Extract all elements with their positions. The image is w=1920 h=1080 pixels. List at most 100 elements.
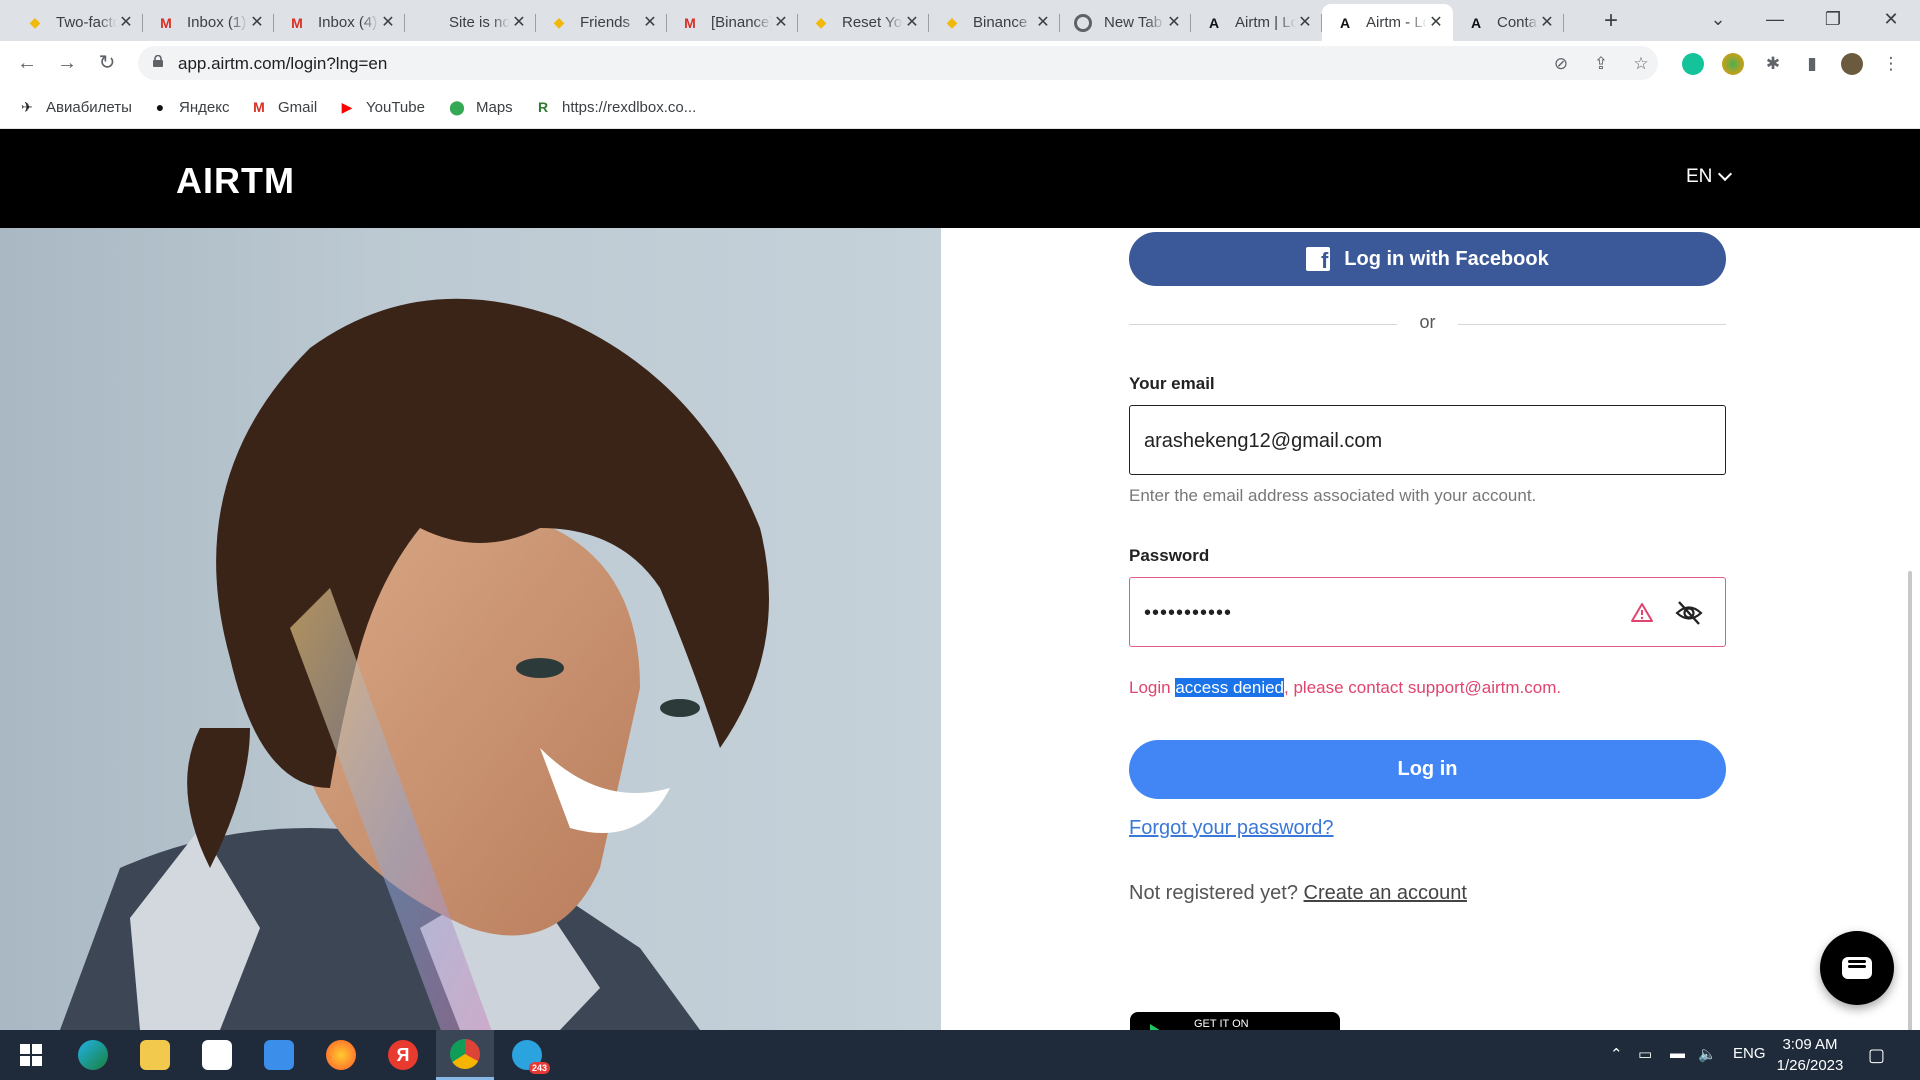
bookmark-label: YouTube — [366, 98, 425, 116]
menu-kebab-icon[interactable]: ⋮ — [1880, 53, 1902, 75]
tab-close-icon[interactable]: ✕ — [903, 14, 921, 32]
taskbar-firefox[interactable] — [312, 1030, 370, 1080]
network-icon[interactable]: ▭ — [1638, 1045, 1652, 1063]
tab-title: Reset Your — [842, 14, 903, 31]
password-field[interactable] — [1129, 577, 1726, 647]
bookmark-star-icon[interactable]: ☆ — [1630, 53, 1652, 75]
binance-icon: ◆ — [815, 14, 827, 30]
windows-start-button[interactable] — [2, 1030, 60, 1080]
profile-avatar[interactable] — [1841, 53, 1863, 75]
address-bar[interactable]: app.airtm.com/login?lng=en ⊘ ⇪ ☆ — [138, 46, 1658, 80]
bookmark-item[interactable]: ✈ Авиабилеты — [18, 96, 132, 118]
email-field[interactable] — [1129, 405, 1726, 475]
browser-tab[interactable]: ◆ Reset Your✕ — [798, 4, 929, 41]
chat-support-button[interactable] — [1820, 931, 1894, 1005]
tab-close-icon[interactable]: ✕ — [1034, 14, 1052, 32]
taskbar-edge[interactable] — [64, 1030, 122, 1080]
input-language[interactable]: ENG — [1733, 1045, 1766, 1062]
facebook-login-button[interactable]: f Log in with Facebook — [1129, 232, 1726, 286]
browser-tab[interactable]: ◆ Friends ✕ — [536, 4, 667, 41]
close-window-icon[interactable]: ✕ — [1862, 0, 1920, 41]
minimize-icon[interactable]: — — [1746, 0, 1804, 41]
browser-tab[interactable]: A Airtm - Login✕ — [1322, 4, 1453, 41]
language-selector[interactable]: EN — [1686, 166, 1733, 188]
taskbar-yandex-browser[interactable]: Я — [374, 1030, 432, 1080]
tab-title: Friends — [580, 14, 631, 31]
gmail-icon: M — [684, 14, 696, 31]
taskbar-telegram[interactable]: 243 — [498, 1030, 556, 1080]
taskbar-chrome[interactable] — [436, 1030, 494, 1080]
bookmark-item[interactable]: Rhttps://rexdlbox.co... — [534, 96, 696, 118]
reload-icon[interactable]: ↻ — [93, 49, 121, 77]
divider-line-right — [1458, 324, 1726, 325]
bookmark-item[interactable]: ⬤ Maps — [448, 96, 513, 118]
tab-close-icon[interactable]: ✕ — [510, 14, 528, 32]
tab-close-icon[interactable]: ✕ — [379, 14, 397, 32]
login-button[interactable]: Log in — [1129, 740, 1726, 799]
gmail-icon: M — [253, 99, 265, 115]
browser-tab[interactable]: Site is not secure✕ — [405, 4, 536, 41]
share-icon[interactable]: ⇪ — [1590, 53, 1612, 75]
tab-close-icon[interactable]: ✕ — [1165, 14, 1183, 32]
plane-icon: ✈ — [21, 98, 33, 115]
grammarly-icon[interactable] — [1682, 53, 1704, 75]
browser-tab[interactable]: ◆ Two-factor✕ — [12, 4, 143, 41]
tray-overflow-icon[interactable]: ⌃ — [1610, 1045, 1623, 1063]
tab-title: Two-factor — [56, 14, 117, 31]
tab-close-icon[interactable]: ✕ — [117, 14, 135, 32]
extension-globe-icon[interactable] — [1722, 53, 1744, 75]
forgot-password-link[interactable]: Forgot your password? — [1129, 817, 1334, 840]
telegram-icon: 243 — [512, 1040, 550, 1074]
browser-tab[interactable]: A Contact✕ — [1453, 4, 1564, 41]
tab-close-icon[interactable]: ✕ — [772, 14, 790, 32]
notifications-icon[interactable]: ▢ — [1868, 1045, 1885, 1066]
browser-tab[interactable]: ◆ Binance ✕ — [929, 4, 1060, 41]
volume-icon[interactable]: 🔈 — [1698, 1045, 1717, 1063]
language-label: EN — [1686, 166, 1713, 187]
tab-close-icon[interactable]: ✕ — [248, 14, 266, 32]
browser-tab[interactable]: M Inbox (4) ✕ — [274, 4, 405, 41]
tab-close-icon[interactable]: ✕ — [1296, 14, 1314, 32]
forward-icon[interactable]: → — [53, 49, 81, 77]
binance-icon: ◆ — [553, 14, 565, 30]
airtm-icon: A — [1470, 14, 1482, 31]
tab-close-icon[interactable]: ✕ — [641, 14, 659, 32]
tab-close-icon[interactable]: ✕ — [1427, 14, 1445, 32]
battery-icon[interactable]: ▬ — [1670, 1045, 1685, 1062]
email-input[interactable] — [1144, 428, 1684, 454]
back-icon[interactable]: ← — [13, 49, 41, 77]
taskbar-mail[interactable] — [250, 1030, 308, 1080]
bookmark-label: Авиабилеты — [46, 98, 132, 116]
bookmark-item[interactable]: ▶ YouTube — [338, 96, 425, 118]
browser-tab[interactable]: M Inbox (1) ✕ — [143, 4, 274, 41]
new-tab-button[interactable]: + — [1597, 8, 1625, 36]
side-panel-icon[interactable]: ▮ — [1801, 53, 1823, 75]
tab-close-icon[interactable]: ✕ — [1538, 14, 1556, 32]
blank-favicon — [419, 14, 437, 32]
bookmark-item[interactable]: M Gmail — [250, 96, 317, 118]
google-play-badge[interactable]: GET IT ON — [1130, 1012, 1340, 1030]
or-divider: or — [1129, 312, 1726, 336]
tab-search-icon[interactable]: ⌄ — [1689, 0, 1747, 41]
extensions-puzzle-icon[interactable]: ✱ — [1762, 53, 1784, 75]
yandex-browser-icon: Я — [388, 1040, 418, 1070]
browser-tab[interactable]: A Airtm | Login✕ — [1191, 4, 1322, 41]
edge-icon — [78, 1040, 108, 1070]
telegram-badge: 243 — [528, 1062, 550, 1074]
taskbar-file-explorer[interactable] — [126, 1030, 184, 1080]
browser-tab[interactable]: New Tab ✕ — [1060, 4, 1191, 41]
eye-off-icon[interactable] — [1674, 598, 1704, 628]
password-input[interactable] — [1144, 600, 1684, 626]
page-scrollbar[interactable] — [1908, 571, 1912, 1030]
bookmark-label: Яндекс — [179, 98, 230, 116]
eye-off-icon[interactable]: ⊘ — [1550, 53, 1572, 75]
system-clock[interactable]: 3:09 AM 1/26/2023 — [1770, 1034, 1850, 1076]
chrome-icon — [1074, 13, 1092, 32]
browser-tab[interactable]: M [Binance] ✕ — [667, 4, 798, 41]
lock-icon — [153, 55, 163, 67]
maximize-icon[interactable]: ❐ — [1804, 0, 1862, 41]
airtm-logo[interactable]: AIRTM — [176, 160, 295, 202]
bookmark-item[interactable]: ● Яндекс — [151, 96, 230, 118]
create-account-link[interactable]: Create an account — [1304, 882, 1467, 904]
taskbar-store[interactable] — [188, 1030, 246, 1080]
